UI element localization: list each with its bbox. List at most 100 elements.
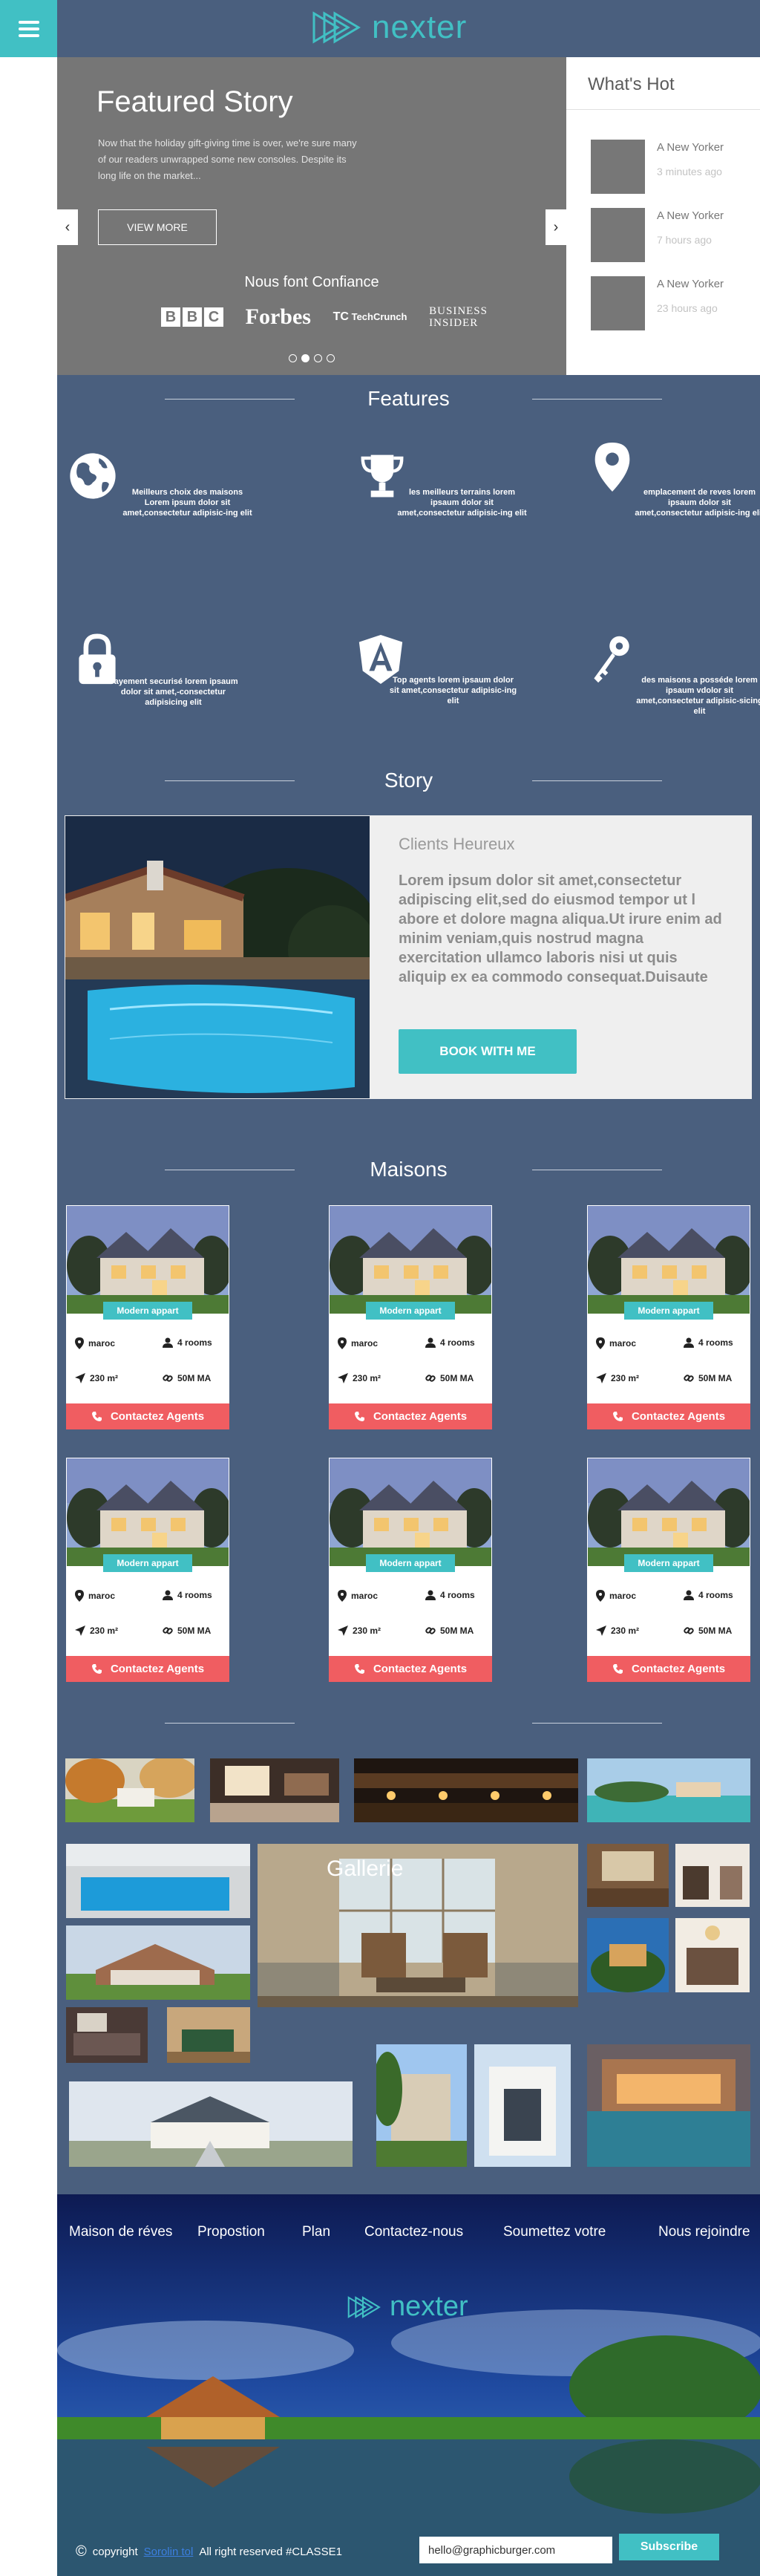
carousel-dot[interactable] [289, 354, 297, 362]
contact-agents-label: Contactez Agents [110, 1663, 205, 1675]
card-row: 230 m² 50M MA [329, 1626, 492, 1640]
contact-agents-button[interactable]: Contactez Agents [329, 1403, 492, 1429]
card-area: 230 m² [353, 1373, 381, 1383]
gallery-image[interactable] [675, 1918, 750, 1992]
next-slide-arrow-icon[interactable]: › [546, 209, 566, 245]
hot-item-time: 7 hours ago [657, 234, 712, 246]
gallery-image[interactable] [66, 2007, 148, 2063]
maisons-title: Maisons [370, 1158, 448, 1181]
card-price: 50M MA [177, 1626, 212, 1636]
logo-play-icon [312, 11, 361, 44]
maisons-heading: Maisons [57, 1155, 760, 1184]
features-heading: Features [57, 384, 760, 414]
prev-slide-arrow-icon[interactable]: ‹ [57, 209, 78, 245]
hot-item[interactable]: A New Yorker 23 hours ago [591, 276, 754, 332]
carousel-dot[interactable] [327, 354, 335, 362]
gallery-heading [57, 1708, 760, 1738]
copyright-label: copyright [92, 2546, 138, 2558]
navigation-arrow-icon [596, 1626, 606, 1636]
hot-item[interactable]: A New Yorker 3 minutes ago [591, 140, 754, 195]
hero-title: Featured Story [96, 85, 293, 118]
gallery-image[interactable] [354, 1758, 578, 1822]
house-card[interactable]: Modern appart maroc 4 rooms 230 m² 50M M… [329, 1205, 492, 1429]
business-insider-logo: BUSINESS INSIDER [429, 305, 488, 329]
map-pin-icon [338, 1590, 347, 1602]
email-field[interactable] [419, 2537, 612, 2563]
footer-nav: Maison de réves Propostion Plan Contacte… [57, 2224, 760, 2246]
contact-agents-label: Contactez Agents [110, 1410, 205, 1423]
carousel-dot[interactable] [314, 354, 322, 362]
gallery-image[interactable] [66, 1926, 250, 2000]
footer-nav-link[interactable]: Soumettez votre [503, 2224, 606, 2240]
contact-agents-label: Contactez Agents [631, 1410, 726, 1423]
gallery-image[interactable] [587, 2044, 750, 2167]
hamburger-menu-icon[interactable] [0, 0, 57, 57]
footer-nav-link[interactable]: Contactez-nous [364, 2224, 463, 2240]
menu-bar [18, 33, 39, 37]
link-icon [163, 1375, 173, 1382]
card-price: 50M MA [698, 1626, 733, 1636]
footer-nav-link[interactable]: Plan [302, 2224, 330, 2240]
gallery-image[interactable] [675, 1844, 750, 1907]
footer-logo[interactable]: nexter [347, 2291, 468, 2323]
gallery-image[interactable] [376, 2044, 467, 2167]
gallery-image[interactable] [587, 1758, 750, 1822]
gallery-image[interactable] [69, 2081, 353, 2167]
hot-item[interactable]: A New Yorker 7 hours ago [591, 208, 754, 264]
carousel-dot-active[interactable] [301, 354, 309, 362]
logo-text: nexter [372, 9, 468, 45]
gallery-image[interactable] [65, 1758, 194, 1822]
hero-carousel: Featured Story Now that the holiday gift… [57, 57, 566, 375]
card-house-image [330, 1458, 491, 1566]
gallery-image[interactable] [587, 1918, 669, 1992]
card-rooms: 4 rooms [698, 1590, 733, 1600]
card-row: 230 m² 50M MA [66, 1626, 229, 1640]
view-more-button[interactable]: VIEW MORE [98, 209, 217, 245]
gallery-image[interactable] [474, 2044, 571, 2167]
house-card[interactable]: Modern appart maroc 4 rooms 230 m² 50M M… [66, 1205, 229, 1429]
house-card[interactable]: Modern appart maroc 4 rooms 230 m² 50M M… [587, 1458, 750, 1682]
footer-nav-link[interactable]: Nous rejoindre [658, 2224, 750, 2240]
map-pin-icon [594, 442, 630, 492]
gallery-image[interactable] [587, 1844, 669, 1907]
card-house-image [588, 1206, 750, 1314]
house-card[interactable]: Modern appart maroc 4 rooms 230 m² 50M M… [587, 1205, 750, 1429]
gallery-image[interactable] [167, 2007, 250, 2063]
link-icon [163, 1627, 173, 1634]
card-price: 50M MA [440, 1626, 474, 1636]
user-icon [163, 1337, 173, 1348]
card-row: maroc 4 rooms [329, 1337, 492, 1352]
heading-line [165, 1723, 295, 1724]
gallery-image[interactable] [210, 1758, 339, 1822]
subscribe-button[interactable]: Subscribe [619, 2534, 719, 2560]
link-icon [425, 1375, 436, 1382]
contact-agents-button[interactable]: Contactez Agents [66, 1403, 229, 1429]
techcrunch-text: TechCrunch [351, 311, 407, 322]
footer-nav-link[interactable]: Maison de réves [69, 2224, 172, 2240]
user-icon [163, 1590, 173, 1600]
gallery-featured-image[interactable] [258, 1844, 578, 2007]
phone-icon [354, 1663, 364, 1674]
contact-agents-button[interactable]: Contactez Agents [329, 1656, 492, 1682]
footer-nav-link[interactable]: Propostion [197, 2224, 265, 2240]
phone-icon [354, 1411, 364, 1421]
contact-agents-button[interactable]: Contactez Agents [66, 1656, 229, 1682]
card-tag: Modern appart [366, 1554, 455, 1572]
logo[interactable]: nexter [311, 9, 467, 46]
card-house-image [67, 1458, 229, 1566]
gallery-title: Gallerie [327, 1856, 404, 1881]
book-with-me-button[interactable]: BOOK WITH ME [399, 1029, 577, 1074]
hero-text: Now that the holiday gift-giving time is… [98, 137, 357, 181]
copyright-link[interactable]: Sorolin tol [144, 2546, 194, 2558]
contact-agents-button[interactable]: Contactez Agents [587, 1656, 750, 1682]
house-card[interactable]: Modern appart maroc 4 rooms 230 m² 50M M… [329, 1458, 492, 1682]
gallery-image[interactable] [66, 1844, 250, 1918]
hot-item-thumbnail [591, 276, 645, 330]
forbes-logo: Forbes [245, 304, 311, 329]
house-card[interactable]: Modern appart maroc 4 rooms 230 m² 50M M… [66, 1458, 229, 1682]
card-area: 230 m² [611, 1373, 640, 1383]
story-subtitle: Clients Heureux [399, 835, 515, 853]
contact-agents-label: Contactez Agents [373, 1410, 468, 1423]
contact-agents-button[interactable]: Contactez Agents [587, 1403, 750, 1429]
user-icon [684, 1590, 694, 1600]
